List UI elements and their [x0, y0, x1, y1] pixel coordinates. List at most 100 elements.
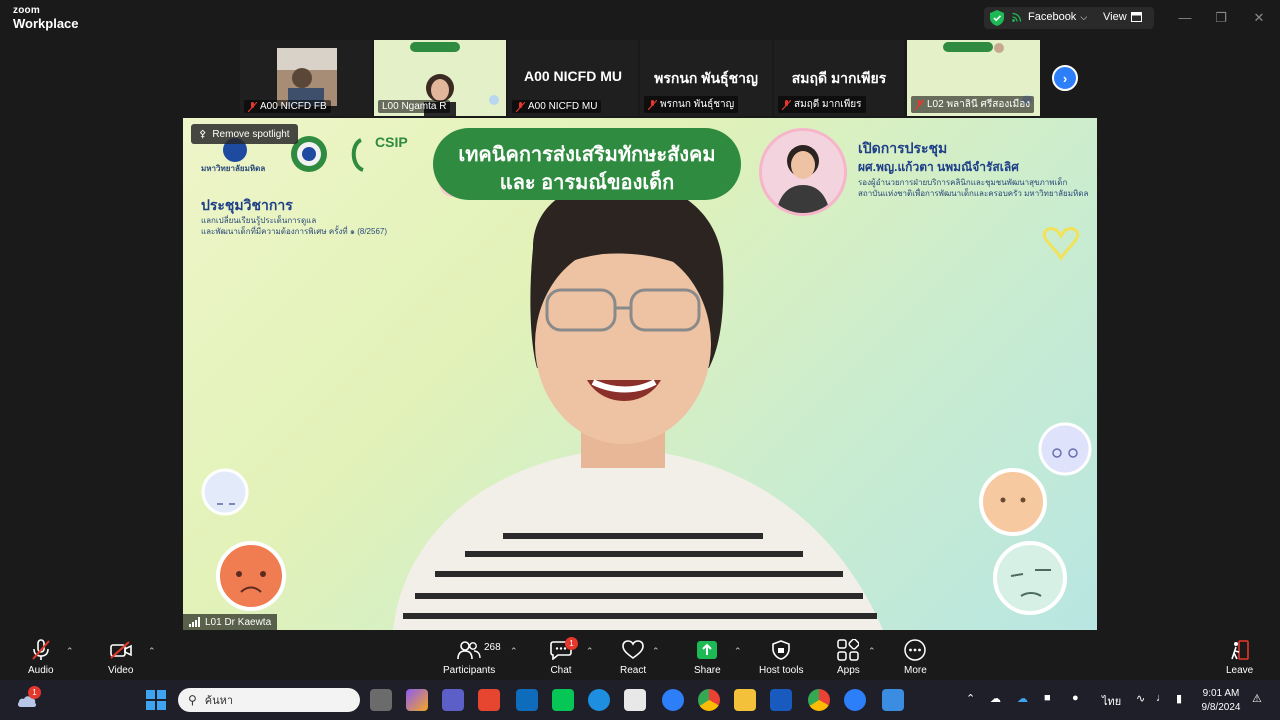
meeting-toolbar: Audio ⌃ Video ⌃ Participants 268 ⌃ Chat …	[0, 632, 1280, 680]
speaker-name: ผศ.พญ.แก้วตา นพมณีจำรัสเลิศ	[858, 160, 1019, 174]
volume-icon[interactable]: ♩	[1156, 692, 1167, 704]
clock-date: 9/8/2024	[1201, 701, 1241, 713]
facebook-label: Facebook	[1028, 11, 1077, 23]
wifi-icon[interactable]: ∿	[1136, 692, 1145, 705]
participant-thumbnail[interactable]: L00 Ngamta R	[374, 40, 506, 116]
apps-icon	[837, 639, 860, 661]
line-icon[interactable]	[552, 689, 574, 711]
csip-logo-text: CSIP	[375, 134, 408, 150]
apps-options-caret[interactable]: ⌃	[868, 646, 876, 657]
react-options-caret[interactable]: ⌃	[652, 646, 660, 657]
notification-bell-icon[interactable]: ⚠	[1252, 692, 1262, 705]
spotlight-video[interactable]: ⚴ Remove spotlight มหาวิทยาลัยมหิดล CSIP…	[183, 118, 1097, 630]
share-options-caret[interactable]: ⌃	[734, 646, 742, 657]
speaker-role-1: รองผู้อำนวยการฝ่ายบริการคลินิกและชุมชนพั…	[858, 178, 1068, 187]
speaker-portrait	[762, 131, 844, 213]
weather-badge: 1	[28, 686, 41, 699]
microphone-icon[interactable]: ●	[1072, 692, 1079, 704]
store-icon[interactable]	[624, 689, 646, 711]
thumbnail-name: พรกนก พันธุ์ชาญ	[660, 99, 735, 110]
thumbnail-name: L02 พลาลินี ศรีสองเมือง	[927, 99, 1031, 110]
thumbnail-display-name: A00 NICFD MU	[523, 68, 622, 84]
live-stream-icon	[1012, 12, 1022, 22]
battery-icon[interactable]: ▮	[1176, 692, 1182, 705]
react-button[interactable]: React	[620, 638, 646, 676]
thumbnail-name-tag: L02 พลาลินี ศรีสองเมือง	[911, 96, 1035, 113]
task-view-icon[interactable]	[370, 689, 392, 711]
chrome-icon[interactable]	[808, 689, 830, 711]
seminar-subtitle-1: แลกเปลี่ยนเรียนรู้ประเด็นการดูแล	[201, 216, 317, 225]
speaker-role-2: สถาบันแห่งชาติเพื่อการพัฒนาเด็กและครอบคร…	[858, 189, 1089, 198]
participant-thumbnail[interactable]: สมฤดี มากเพียร สมฤดี มากเพียร	[774, 40, 904, 116]
video-off-icon	[109, 641, 132, 659]
share-screen-icon	[697, 641, 718, 659]
leave-icon	[1230, 640, 1249, 660]
minimize-icon[interactable]: —	[1177, 10, 1193, 26]
zoom-icon[interactable]	[844, 689, 866, 711]
spotlight-name-tag: L01 Dr Kaewta	[183, 614, 278, 630]
participants-options-caret[interactable]: ⌃	[510, 646, 518, 657]
chevron-right-icon: ›	[1062, 70, 1068, 86]
chat-options-caret[interactable]: ⌃	[586, 646, 594, 657]
participant-thumbnail[interactable]: L02 พลาลินี ศรีสองเมือง	[907, 40, 1040, 116]
language-indicator[interactable]: ไทย	[1102, 692, 1121, 710]
start-button[interactable]	[145, 689, 167, 711]
thumbnail-name: สมฤดี มากเพียร	[794, 99, 862, 110]
more-button[interactable]: More	[904, 638, 927, 676]
app-tray-icon[interactable]: ■	[1044, 692, 1051, 704]
zoom-workplace-logo: zoom Workplace	[13, 6, 79, 31]
security-shield-icon[interactable]	[990, 10, 1004, 26]
share-button[interactable]: Share	[694, 638, 721, 676]
thumbnail-name: A00 NICFD FB	[260, 101, 327, 112]
taskbar-clock[interactable]: 9:01 AM 9/8/2024	[1196, 687, 1246, 714]
view-label: View	[1103, 11, 1127, 23]
spotlight-participant-name: L01 Dr Kaewta	[205, 616, 272, 628]
cloud-icon[interactable]: ☁	[990, 692, 1001, 705]
audio-button[interactable]: Audio	[28, 638, 54, 676]
thumbnail-name-tag: A00 NICFD MU	[512, 100, 602, 113]
participant-thumbnail[interactable]: พรกนก พันธุ์ชาญ พรกนก พันธุ์ชาญ	[640, 40, 772, 116]
edge-icon[interactable]	[588, 689, 610, 711]
clock-time: 9:01 AM	[1202, 688, 1240, 699]
apps-button[interactable]: Apps	[837, 638, 860, 676]
app-icon[interactable]	[882, 689, 904, 711]
thumbnail-name-tag: พรกนก พันธุ์ชาญ	[644, 96, 739, 113]
leave-button[interactable]: Leave	[1226, 638, 1253, 676]
video-options-caret[interactable]: ⌃	[148, 646, 156, 657]
remove-spotlight-label: Remove spotlight	[212, 128, 290, 140]
mic-muted-icon	[516, 101, 525, 112]
facebook-stream-menu[interactable]: Facebook ⌵	[1012, 11, 1087, 23]
copilot-icon[interactable]	[406, 689, 428, 711]
next-page-button[interactable]: ›	[1052, 65, 1078, 91]
participant-thumbnail[interactable]: A00 NICFD MU A00 NICFD MU	[508, 40, 638, 116]
onedrive-icon[interactable]: ☁	[1017, 692, 1028, 705]
heart-icon	[622, 640, 644, 659]
outlook-icon[interactable]	[516, 689, 538, 711]
participant-strip: A00 NICFD FB L00 Ngamta R A00 NICFD MU A…	[240, 40, 1040, 116]
participants-count: 268	[484, 642, 501, 653]
app-icon[interactable]	[662, 689, 684, 711]
audio-options-caret[interactable]: ⌃	[66, 646, 74, 657]
participant-thumbnail[interactable]: A00 NICFD FB	[240, 40, 372, 116]
file-explorer-icon[interactable]	[734, 689, 756, 711]
participants-label: Participants	[443, 665, 496, 676]
taskbar-search[interactable]: ⚲ ค้นหา	[178, 688, 360, 712]
thumbnail-name: A00 NICFD MU	[528, 101, 598, 112]
seminar-subtitle-2: และพัฒนาเด็กที่มีความต้องการพิเศษ ครั้งท…	[201, 227, 388, 236]
video-button[interactable]: Video	[108, 638, 133, 676]
app-icon[interactable]	[478, 689, 500, 711]
seminar-title: ประชุมวิชาการ	[201, 197, 293, 213]
restore-icon[interactable]: ❐	[1213, 10, 1229, 26]
chevron-up-icon[interactable]: ⌃	[966, 692, 975, 705]
view-menu[interactable]: View	[1103, 11, 1142, 23]
close-icon[interactable]: ✕	[1251, 10, 1267, 26]
brand-bottom: Workplace	[13, 16, 79, 31]
chrome-icon[interactable]	[698, 689, 720, 711]
title-bar: zoom Workplace Facebook ⌵ View — ❐ ✕	[0, 0, 1280, 38]
host-tools-button[interactable]: Host tools	[759, 638, 803, 676]
word-icon[interactable]	[770, 689, 792, 711]
teams-icon[interactable]	[442, 689, 464, 711]
thumbnail-name-tag: L00 Ngamta R	[378, 100, 451, 113]
remove-spotlight-button[interactable]: ⚴ Remove spotlight	[191, 124, 298, 144]
video-label: Video	[108, 665, 134, 676]
